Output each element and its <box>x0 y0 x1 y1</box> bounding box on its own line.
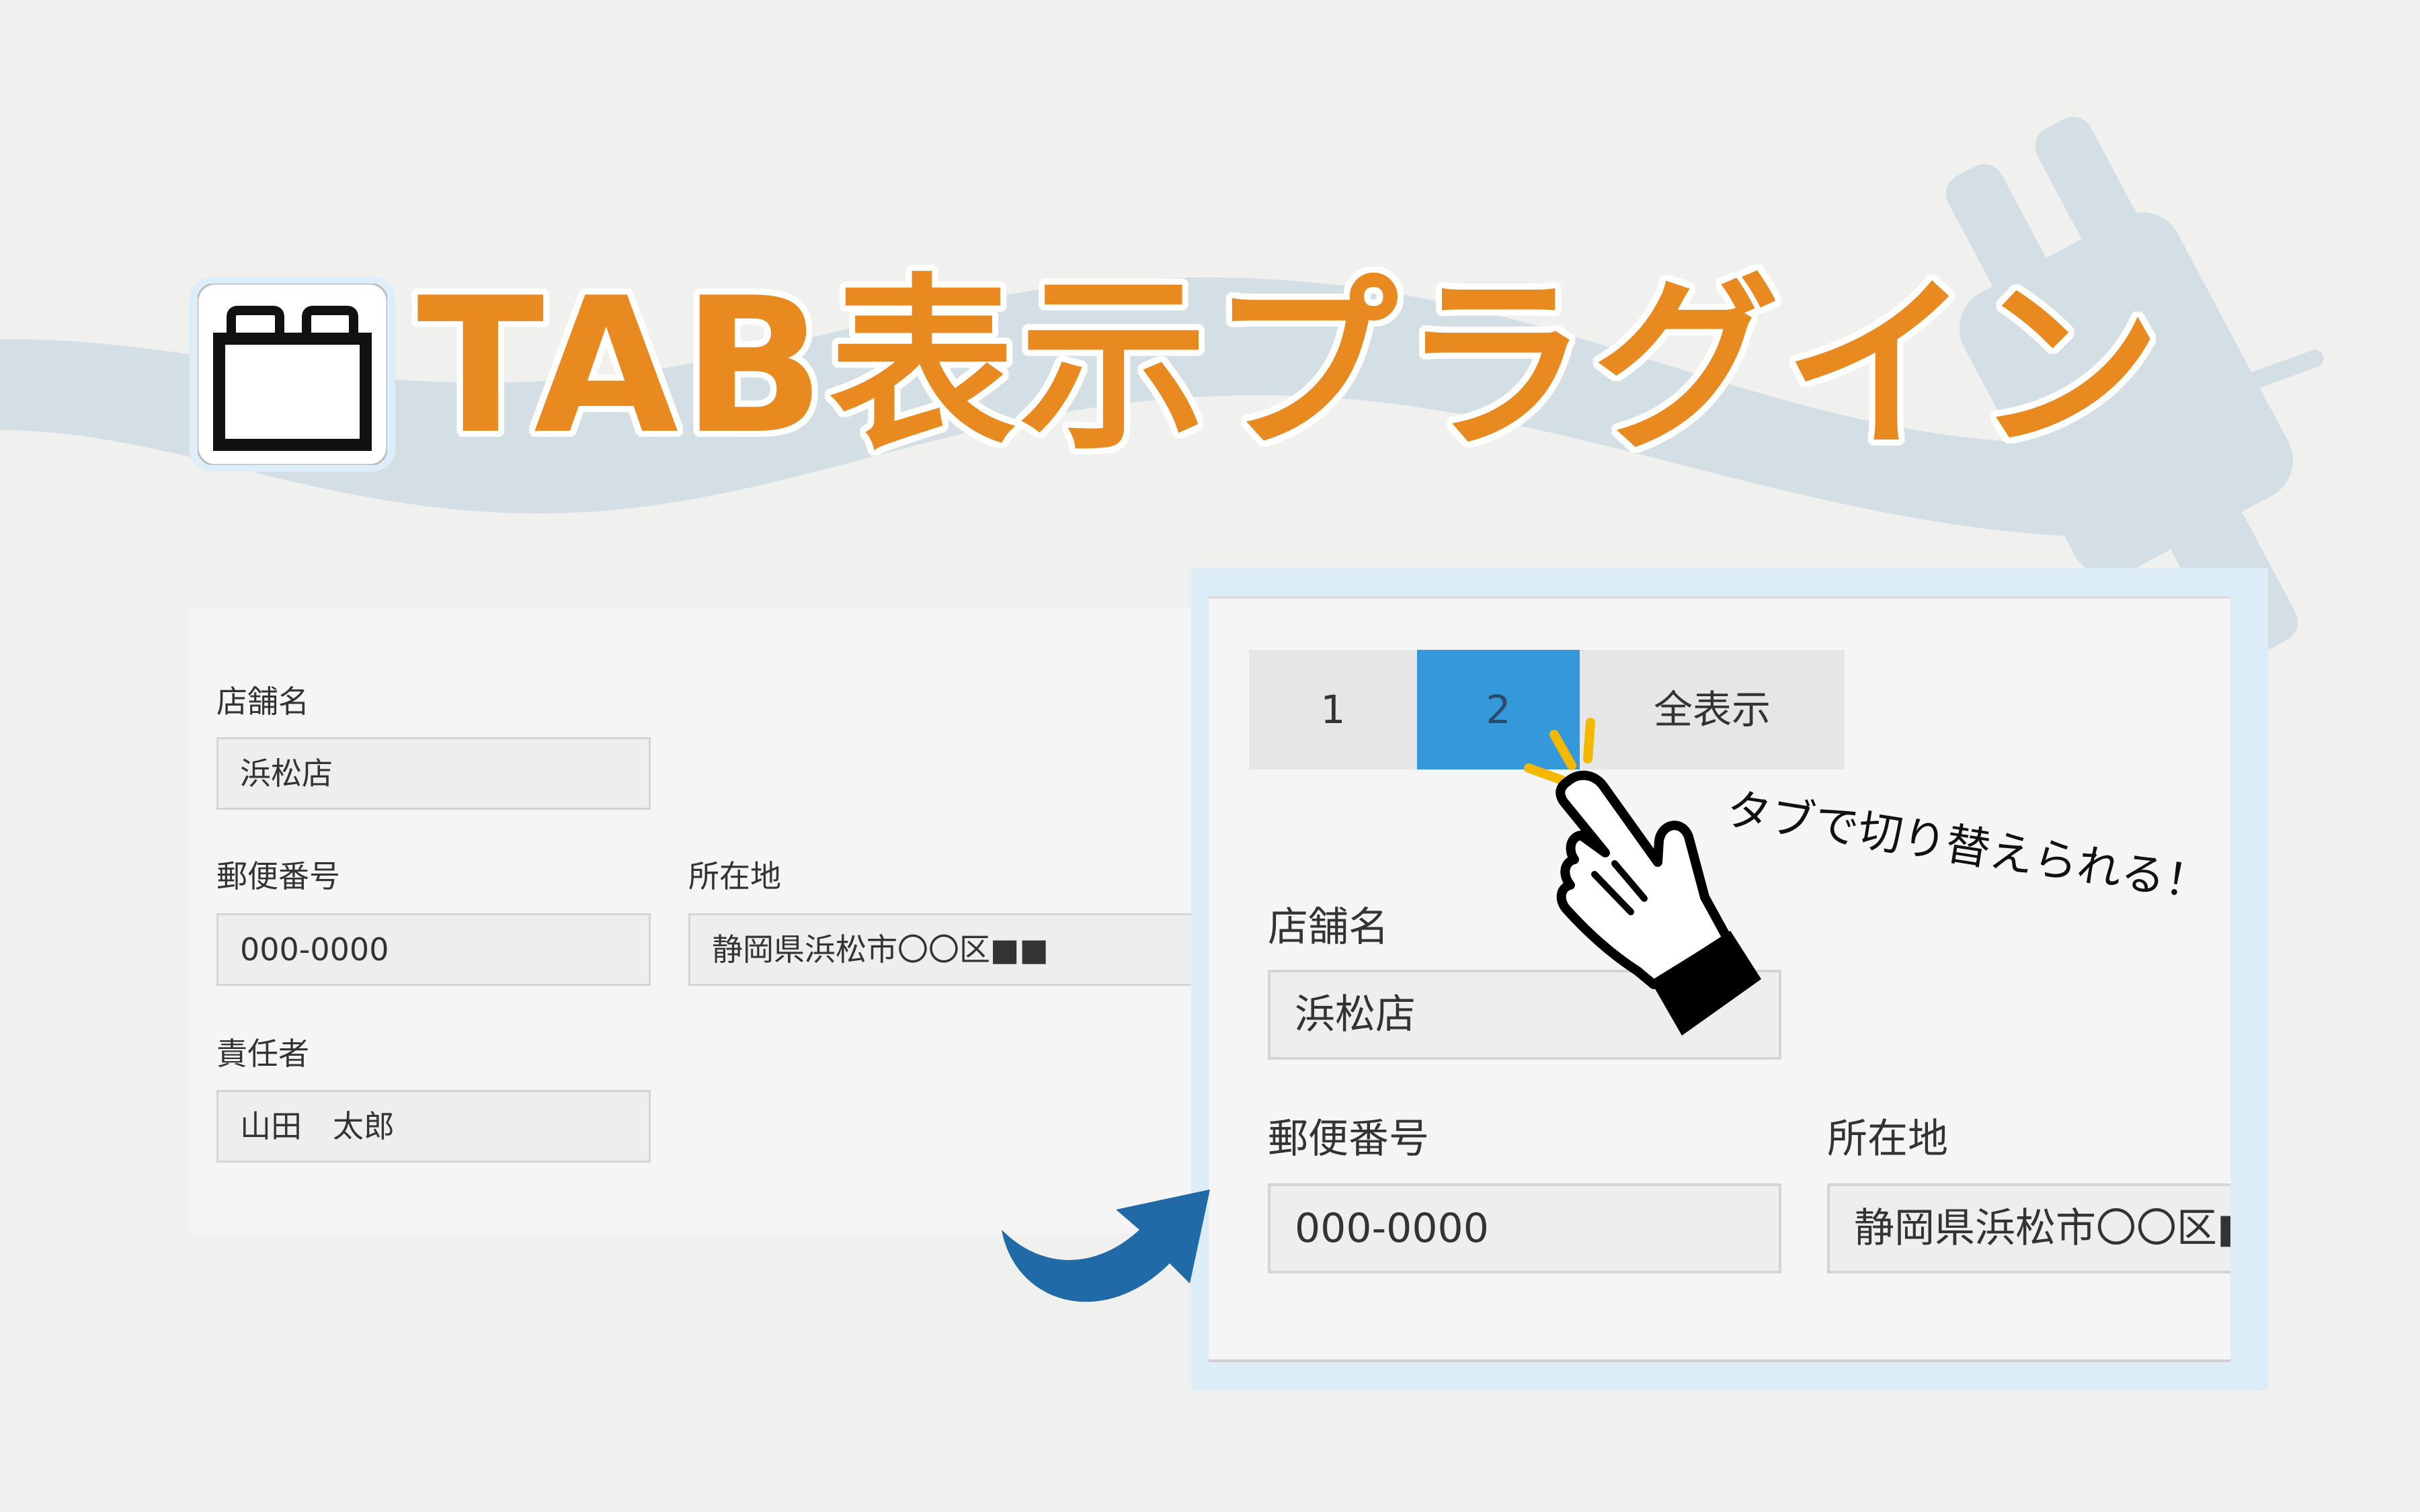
address-label: 所在地 <box>688 858 781 894</box>
manager-label: 責任者 <box>216 1036 309 1072</box>
zip-code-field[interactable]: 000-0000 <box>1268 1183 1781 1273</box>
address-field[interactable]: 静岡県浜松市〇〇区■■ <box>1827 1183 2230 1273</box>
store-name-label: 店舗名 <box>1268 904 1389 951</box>
tab-folder-icon <box>198 284 387 465</box>
store-name-field[interactable]: 浜松店 <box>216 737 651 810</box>
page-title: TAB表示プラグイン <box>417 257 2166 475</box>
form-all-fields: 店舗名 浜松店 郵便番号 000-0000 所在地 静岡県浜松市〇〇区■■ 責任… <box>188 608 1210 1233</box>
address-field[interactable]: 静岡県浜松市〇〇区■■ <box>688 913 1210 986</box>
zip-code-label: 郵便番号 <box>216 858 340 894</box>
zip-code-field[interactable]: 000-0000 <box>216 913 651 986</box>
store-name-label: 店舗名 <box>216 683 309 720</box>
zip-code-label: 郵便番号 <box>1268 1116 1429 1163</box>
tab-1[interactable]: 1 <box>1249 650 1417 769</box>
curved-arrow-icon <box>1002 1189 1210 1302</box>
address-label: 所在地 <box>1827 1116 1948 1163</box>
pointing-hand-icon <box>1524 718 1761 1036</box>
manager-field[interactable]: 山田 太郎 <box>216 1090 651 1163</box>
title-icon-frame <box>190 277 395 472</box>
